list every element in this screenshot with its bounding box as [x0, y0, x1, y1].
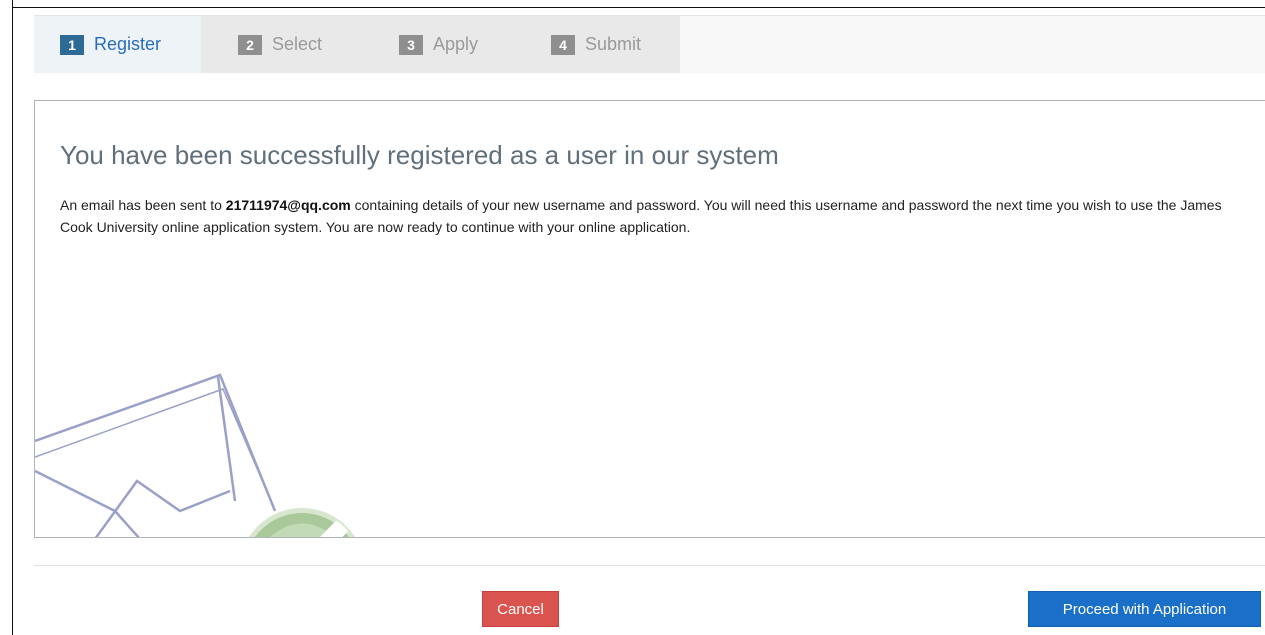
step-bar-filler [680, 16, 1265, 73]
envelope-checkmark-icon [35, 373, 360, 537]
step-label: Apply [433, 34, 479, 54]
step-label: Select [272, 34, 323, 54]
step-number: 4 [551, 34, 575, 55]
step-submit[interactable]: 4 Submit [551, 16, 641, 73]
step-label: Register [94, 34, 162, 54]
step-apply[interactable]: 3 Apply [399, 16, 478, 73]
cancel-button[interactable]: Cancel [482, 591, 559, 627]
envelope-icon [35, 373, 277, 537]
step-label: Submit [585, 34, 642, 54]
step-register[interactable]: 1 Register [34, 16, 201, 73]
window-frame-top [12, 7, 1265, 8]
step-number: 2 [238, 34, 262, 55]
message-text-start: An email has been sent to [60, 197, 226, 213]
page-title: You have been successfully registered as… [60, 140, 779, 170]
step-number: 1 [60, 34, 84, 55]
proceed-with-application-button[interactable]: Proceed with Application [1028, 591, 1261, 627]
registration-success-panel: You have been successfully registered as… [34, 100, 1265, 538]
success-message: An email has been sent to 21711974@qq.co… [60, 194, 1250, 238]
email-address: 21711974@qq.com [225, 197, 351, 213]
footer-divider [34, 565, 1265, 566]
step-number: 3 [399, 34, 423, 55]
check-badge-icon [245, 508, 360, 537]
window-frame-left [12, 0, 13, 635]
step-progress-bar: 1 Register 2 Select 3 Apply 4 Submit [34, 15, 1265, 73]
